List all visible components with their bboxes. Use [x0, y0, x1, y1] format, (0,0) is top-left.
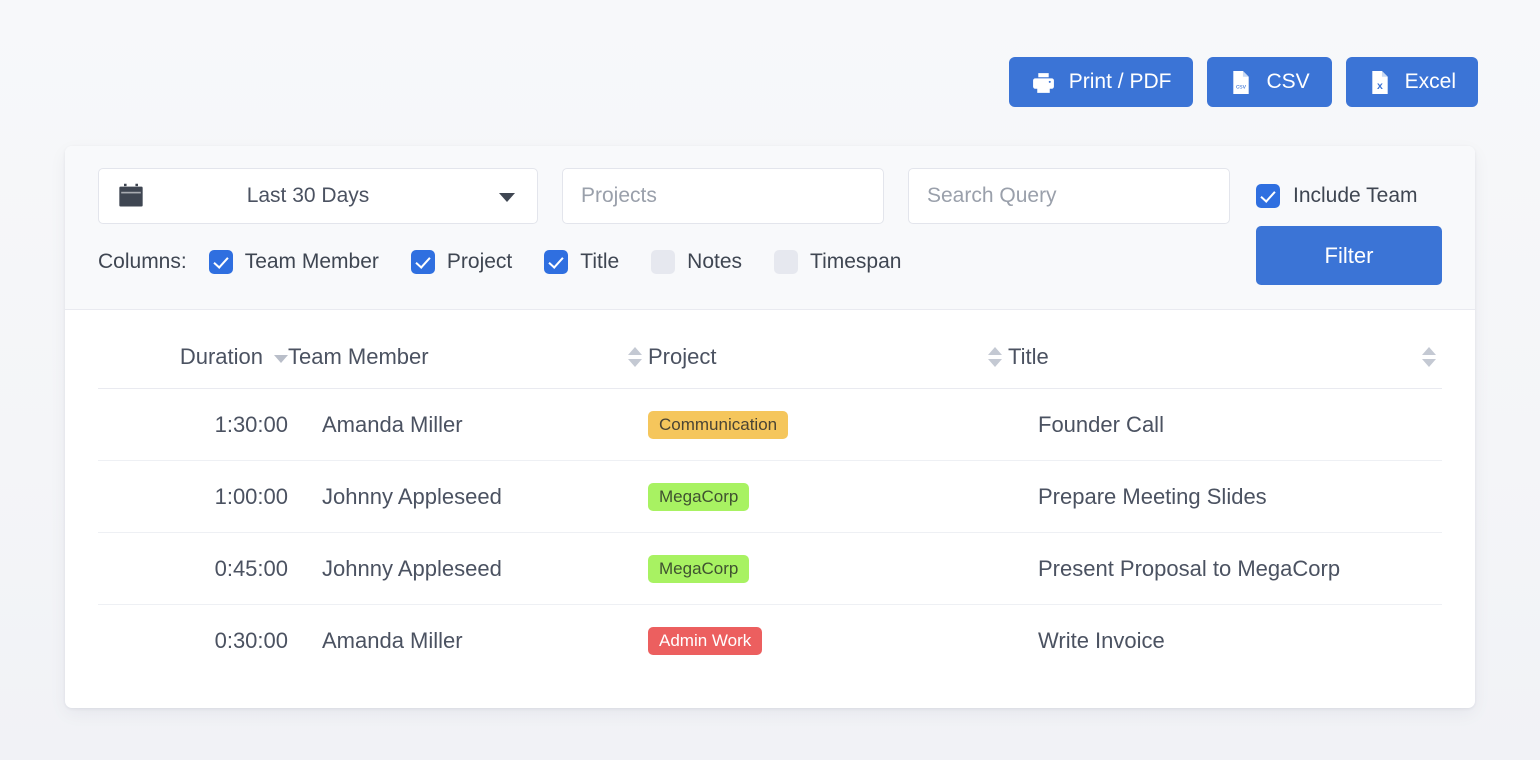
cell-duration: 1:00:00 — [98, 461, 288, 533]
table-head: Duration Team Member P — [98, 332, 1442, 389]
cell-duration: 0:45:00 — [98, 533, 288, 605]
column-header-title-label: Title — [1008, 344, 1049, 370]
include-team-checkbox[interactable] — [1256, 184, 1280, 208]
column-checkbox-project[interactable] — [411, 250, 435, 274]
column-header-duration[interactable]: Duration — [98, 332, 288, 389]
column-header-project[interactable]: Project — [648, 332, 1008, 389]
results-table: Duration Team Member P — [98, 332, 1442, 676]
column-label-project: Project — [447, 250, 512, 274]
table-row[interactable]: 1:30:00Amanda MillerCommunication Founder… — [98, 389, 1442, 461]
project-badge: Communication — [648, 411, 788, 439]
filter-row-primary: Last 30 Days Include Team — [98, 168, 1442, 224]
column-checkbox-timespan[interactable] — [774, 250, 798, 274]
date-range-picker[interactable]: Last 30 Days — [98, 168, 538, 224]
cell-team-member: Amanda Miller — [288, 389, 648, 461]
column-header-project-label: Project — [648, 344, 716, 370]
sort-toggle-icon — [1422, 347, 1436, 367]
column-header-title[interactable]: Title — [1008, 332, 1442, 389]
cell-team-member: Johnny Appleseed — [288, 461, 648, 533]
sort-toggle-icon — [988, 347, 1002, 367]
column-header-duration-label: Duration — [180, 344, 263, 370]
column-label-title: Title — [580, 250, 619, 274]
cell-title: Write Invoice — [1008, 605, 1442, 677]
cell-duration: 1:30:00 — [98, 389, 288, 461]
column-header-team-member-label: Team Member — [288, 344, 429, 370]
column-label-team-member: Team Member — [245, 250, 379, 274]
export-toolbar: Print / PDF csv CSV x Excel — [0, 57, 1478, 107]
excel-label: Excel — [1405, 71, 1456, 92]
table-row[interactable]: 0:45:00Johnny AppleseedMegaCorp Present P… — [98, 533, 1442, 605]
cell-project: Communication — [648, 389, 1008, 461]
column-checkbox-title[interactable] — [544, 250, 568, 274]
date-range-value: Last 30 Days — [99, 184, 537, 208]
sort-toggle-icon — [628, 347, 642, 367]
table-row[interactable]: 0:30:00Amanda MillerAdmin Work Write Invo… — [98, 605, 1442, 677]
project-badge: Admin Work — [648, 627, 762, 655]
page-root: Print / PDF csv CSV x Excel — [0, 0, 1540, 760]
csv-label: CSV — [1266, 71, 1309, 92]
include-team-toggle[interactable]: Include Team — [1256, 184, 1418, 208]
column-label-notes: Notes — [687, 250, 742, 274]
table-header-row: Duration Team Member P — [98, 332, 1442, 389]
excel-file-icon: x — [1368, 70, 1392, 95]
column-toggle-team-member[interactable]: Team Member — [209, 250, 379, 274]
cell-team-member: Amanda Miller — [288, 605, 648, 677]
cell-title: Founder Call — [1008, 389, 1442, 461]
excel-button[interactable]: x Excel — [1346, 57, 1478, 107]
cell-project: MegaCorp — [648, 461, 1008, 533]
printer-icon — [1031, 70, 1056, 95]
column-toggle-timespan[interactable]: Timespan — [774, 250, 901, 274]
column-toggle-title[interactable]: Title — [544, 250, 619, 274]
column-checkbox-notes[interactable] — [651, 250, 675, 274]
filter-panel: Last 30 Days Include Team Columns: Team … — [65, 146, 1475, 310]
csv-button[interactable]: csv CSV — [1207, 57, 1331, 107]
column-toggle-project[interactable]: Project — [411, 250, 512, 274]
sort-desc-icon — [274, 355, 288, 363]
table-body: 1:30:00Amanda MillerCommunicationFounder… — [98, 389, 1442, 677]
results-table-container: Duration Team Member P — [65, 310, 1475, 676]
calendar-icon — [117, 182, 145, 210]
columns-toggle-row: Columns: Team Member Project Title Notes — [98, 246, 1442, 278]
csv-file-icon: csv — [1229, 70, 1253, 95]
include-team-label: Include Team — [1293, 184, 1418, 208]
column-toggle-notes[interactable]: Notes — [651, 250, 742, 274]
cell-title: Prepare Meeting Slides — [1008, 461, 1442, 533]
chevron-down-icon — [499, 193, 515, 202]
filter-button[interactable]: Filter — [1256, 226, 1442, 285]
project-badge: MegaCorp — [648, 483, 749, 511]
cell-project: MegaCorp — [648, 533, 1008, 605]
columns-label: Columns: — [98, 250, 187, 274]
projects-input[interactable] — [562, 168, 884, 224]
table-row[interactable]: 1:00:00Johnny AppleseedMegaCorp Prepare M… — [98, 461, 1442, 533]
svg-text:x: x — [1377, 80, 1383, 92]
column-checkbox-team-member[interactable] — [209, 250, 233, 274]
report-card: Last 30 Days Include Team Columns: Team … — [65, 146, 1475, 708]
project-badge: MegaCorp — [648, 555, 749, 583]
svg-text:csv: csv — [1236, 83, 1247, 90]
column-label-timespan: Timespan — [810, 250, 901, 274]
cell-project: Admin Work — [648, 605, 1008, 677]
column-header-team-member[interactable]: Team Member — [288, 332, 648, 389]
print-pdf-label: Print / PDF — [1069, 71, 1172, 92]
search-query-input[interactable] — [908, 168, 1230, 224]
cell-team-member: Johnny Appleseed — [288, 533, 648, 605]
cell-title: Present Proposal to MegaCorp — [1008, 533, 1442, 605]
print-pdf-button[interactable]: Print / PDF — [1009, 57, 1194, 107]
cell-duration: 0:30:00 — [98, 605, 288, 677]
